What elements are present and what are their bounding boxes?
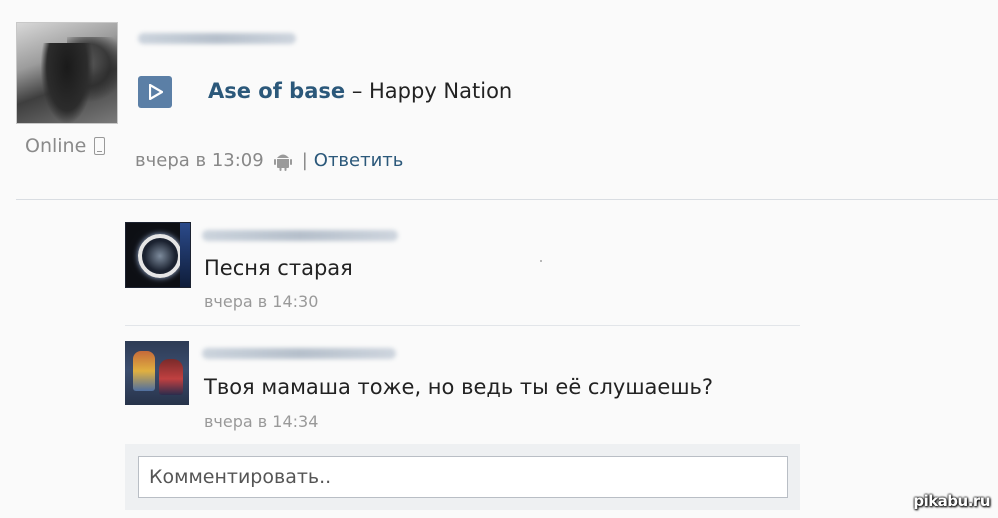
avatar-ring	[138, 234, 182, 278]
track-separator: –	[345, 79, 369, 103]
online-status: Online	[25, 135, 106, 157]
comment-2-author-redacted[interactable]	[202, 348, 396, 359]
comment-2-avatar[interactable]	[125, 341, 189, 405]
play-icon	[149, 84, 163, 100]
play-button[interactable]	[138, 76, 172, 108]
post-meta: вчера в 13:09 | Ответить	[135, 150, 403, 171]
comment-2-text: Твоя мамаша тоже, но ведь ты её слушаешь…	[204, 375, 714, 399]
comment-1-avatar[interactable]	[125, 222, 191, 288]
watermark: pikabu.ru	[913, 492, 990, 510]
phone-icon	[94, 137, 106, 155]
post-time[interactable]: вчера в 13:09	[135, 150, 264, 171]
meta-divider: |	[301, 150, 308, 171]
comment-1-time[interactable]: вчера в 14:30	[204, 292, 318, 311]
online-label: Online	[25, 135, 87, 157]
wall-post: Online Ase of base – Happy Nation вчера …	[0, 0, 998, 518]
reply-link[interactable]: Ответить	[314, 150, 404, 171]
track-artist[interactable]: Ase of base	[208, 79, 345, 103]
comment-1-text: Песня старая	[204, 256, 353, 280]
avatar-figure-left	[133, 351, 155, 391]
track-title[interactable]: Happy Nation	[369, 79, 512, 103]
stray-dot	[540, 260, 542, 262]
android-icon	[273, 154, 292, 171]
comment-divider	[125, 325, 800, 326]
comment-input[interactable]	[138, 456, 788, 498]
author-name-redacted[interactable]	[138, 33, 296, 44]
comment-1-author-redacted[interactable]	[202, 230, 398, 241]
avatar-figure	[41, 43, 93, 123]
avatar-figure-right	[159, 359, 183, 395]
avatar-edge	[180, 223, 190, 287]
audio-track[interactable]: Ase of base – Happy Nation	[208, 79, 512, 103]
post-divider	[16, 199, 998, 200]
comment-2-time[interactable]: вчера в 14:34	[204, 412, 318, 431]
author-avatar[interactable]	[16, 22, 118, 124]
